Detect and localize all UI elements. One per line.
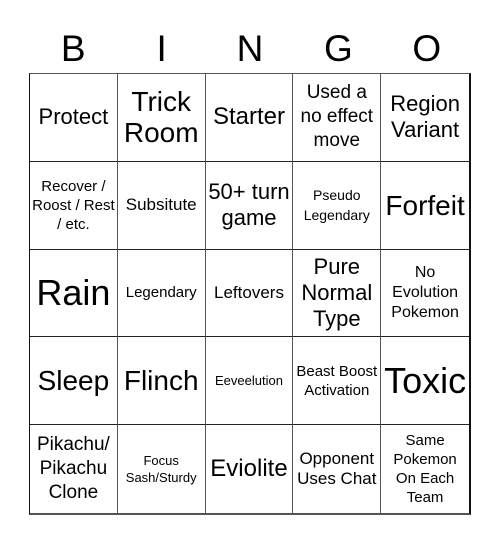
bingo-cell[interactable]: 50+ turn game	[205, 161, 294, 250]
cell-label: No Evolution Pokemon	[391, 263, 459, 321]
cell-label: Pseudo Legendary	[303, 187, 370, 224]
bingo-cell[interactable]: Trick Room	[117, 74, 206, 162]
cell-label: Focus Sash/Sturdy	[125, 453, 197, 486]
bingo-cell[interactable]: Forfeit	[381, 162, 469, 250]
bingo-cell[interactable]: Rain	[30, 249, 118, 338]
bingo-cell[interactable]: Used a no effect move	[293, 74, 382, 162]
bingo-cell[interactable]: Legendary	[117, 249, 206, 338]
bingo-cell[interactable]: Same Pokemon On Each Team	[381, 425, 469, 513]
cell-label: Trick Room	[123, 86, 199, 149]
bingo-cell[interactable]: Eviolite	[206, 425, 294, 513]
bingo-cell[interactable]: Starter	[205, 74, 294, 162]
bingo-cell[interactable]: Focus Sash/Sturdy	[118, 425, 206, 513]
cell-label: Subsitute	[125, 195, 197, 215]
bingo-card-grid: Protect Trick Room Starter Used a no eff…	[29, 73, 471, 515]
bingo-cell[interactable]: Pure Normal Type	[293, 249, 382, 338]
bingo-cell[interactable]: Pseudo Legendary	[293, 161, 382, 250]
header-letter-o: O	[412, 28, 442, 69]
cell-label: Leftovers	[214, 282, 284, 302]
cell-label: 50+ turn game	[208, 179, 290, 231]
cell-label: Rain	[36, 271, 111, 313]
bingo-cell[interactable]: Subsitute	[117, 161, 206, 250]
bingo-header: B I N G O	[29, 26, 471, 72]
cell-label: Flinch	[123, 365, 199, 397]
cell-label: Sleep	[37, 365, 110, 397]
bingo-cell[interactable]: Sleep	[30, 337, 118, 426]
header-letter-n: N	[236, 28, 264, 69]
cell-label: Forfeit	[385, 189, 465, 221]
cell-label: Eviolite	[210, 455, 288, 483]
bingo-cell[interactable]: Opponent Uses Chat	[293, 425, 382, 513]
cell-label: Region Variant	[390, 91, 460, 143]
bingo-cell[interactable]: Beast Boost Activation	[293, 337, 382, 426]
bingo-cell[interactable]: Pikachu/ Pikachu Clone	[30, 425, 118, 513]
header-letter-i: I	[156, 28, 167, 69]
header-letter-g: G	[324, 28, 353, 69]
bingo-cell[interactable]: No Evolution Pokemon	[381, 250, 469, 338]
cell-label: Recover / Roost / Rest / etc.	[32, 177, 115, 233]
cell-label: Used a no effect move	[300, 82, 374, 152]
cell-label: Same Pokemon On Each Team	[393, 432, 457, 507]
header-letter-b: B	[60, 28, 86, 69]
bingo-cell[interactable]: Region Variant	[381, 74, 469, 162]
cell-label: Protect	[38, 104, 109, 130]
cell-label: Opponent Uses Chat	[297, 449, 377, 489]
bingo-cell[interactable]: Leftovers	[205, 249, 294, 338]
cell-label: Starter	[212, 103, 285, 131]
bingo-cell[interactable]: Toxic	[381, 337, 469, 426]
cell-label: Pikachu/ Pikachu Clone	[36, 434, 110, 504]
bingo-cell[interactable]: Flinch	[117, 337, 206, 426]
cell-label: Legendary	[125, 284, 197, 302]
bingo-cell[interactable]: Eeveelution	[205, 337, 294, 426]
bingo-cell[interactable]: Recover / Roost / Rest / etc.	[30, 161, 118, 250]
cell-label: Eeveelution	[215, 373, 283, 389]
cell-label: Toxic	[384, 359, 467, 401]
cell-label: Pure Normal Type	[301, 253, 373, 331]
bingo-cell[interactable]: Protect	[30, 74, 118, 162]
cell-label: Beast Boost Activation	[296, 362, 378, 399]
